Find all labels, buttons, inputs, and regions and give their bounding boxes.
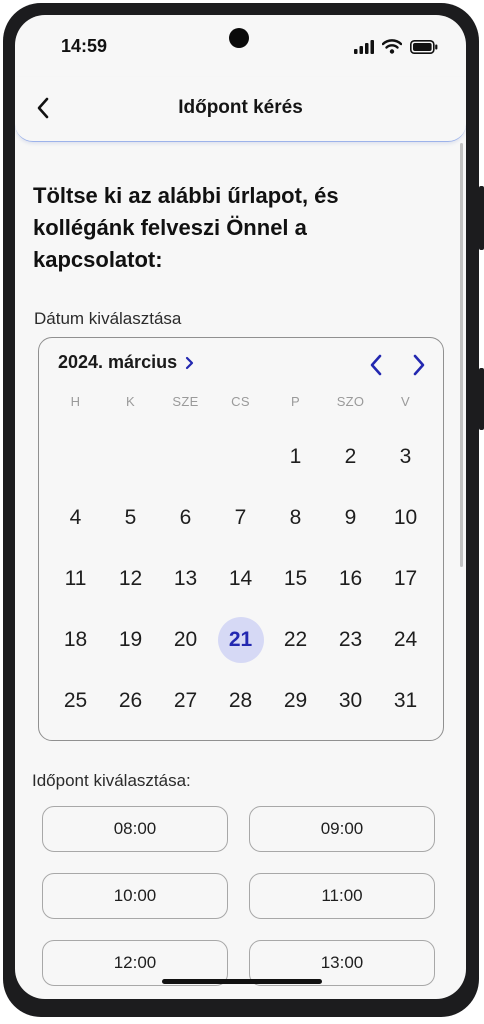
weekday-label: H: [70, 394, 81, 409]
calendar-day-number: 2: [344, 445, 357, 468]
calendar-day[interactable]: 29: [268, 677, 323, 725]
screen: 14:59 Időpont kérés Töltse ki az alábbi …: [15, 15, 466, 999]
calendar-day[interactable]: 2: [323, 433, 378, 481]
calendar-day[interactable]: 19: [103, 616, 158, 664]
calendar-day-number: 20: [173, 628, 198, 651]
calendar-day-number: 19: [118, 628, 143, 651]
calendar-day-number: 1: [289, 445, 302, 468]
status-bar: 14:59: [15, 15, 466, 77]
calendar-day[interactable]: 25: [48, 677, 103, 725]
weekday-label: SZO: [336, 394, 365, 409]
calendar-day-number: 25: [63, 689, 88, 712]
calendar-day[interactable]: 23: [323, 616, 378, 664]
calendar-day[interactable]: 8: [268, 494, 323, 542]
signal-icon: [354, 39, 374, 54]
power-button: [479, 368, 484, 430]
calendar-day-number: 24: [393, 628, 418, 651]
calendar-day-number: 12: [118, 567, 143, 590]
calendar-day[interactable]: 22: [268, 616, 323, 664]
month-selector[interactable]: 2024. március: [58, 352, 194, 373]
status-time: 14:59: [61, 36, 108, 56]
next-month-button[interactable]: [408, 354, 430, 376]
front-camera: [229, 28, 249, 48]
calendar-day[interactable]: 28: [213, 677, 268, 725]
calendar-day-number: 5: [124, 506, 137, 529]
calendar-day[interactable]: 16: [323, 555, 378, 603]
calendar-day[interactable]: 6: [158, 494, 213, 542]
calendar-day[interactable]: 24: [378, 616, 433, 664]
time-slot[interactable]: 11:00: [249, 873, 435, 919]
date-label: Dátum kiválasztása: [34, 309, 182, 328]
home-indicator[interactable]: [162, 979, 322, 984]
time-slot[interactable]: 08:00: [42, 806, 228, 852]
chevron-left-icon: [370, 354, 382, 376]
calendar-day-number: 16: [338, 567, 363, 590]
calendar-day[interactable]: 3: [378, 433, 433, 481]
weekday-label: CS: [231, 394, 250, 409]
prev-month-button[interactable]: [365, 354, 387, 376]
date-picker: 2024. március H K SZE CS P SZO V 1 2 3 4 5 6 7 8 9 10 11…: [38, 337, 444, 741]
calendar-day-number: 23: [338, 628, 363, 651]
calendar-day-number: 4: [69, 506, 82, 529]
calendar-day-number: 21: [217, 617, 264, 663]
status-icons: [354, 39, 438, 54]
calendar-day-number: 30: [338, 689, 363, 712]
weekday-label: K: [126, 394, 135, 409]
form-heading: Töltse ki az alábbi űrlapot, és kollégán…: [33, 183, 339, 272]
calendar-day-number: 28: [228, 689, 253, 712]
calendar-day-selected[interactable]: 21: [213, 616, 268, 664]
calendar-day[interactable]: 13: [158, 555, 213, 603]
calendar-day-number: 13: [173, 567, 198, 590]
calendar-day-number: 31: [393, 689, 418, 712]
calendar-day-number: 3: [399, 445, 412, 468]
chevron-right-icon: [413, 354, 425, 376]
calendar-day[interactable]: 15: [268, 555, 323, 603]
time-label: Időpont kiválasztása:: [32, 771, 191, 790]
page-title: Időpont kérés: [178, 97, 303, 118]
device-frame: 14:59 Időpont kérés Töltse ki az alábbi …: [0, 0, 484, 1024]
calendar-day[interactable]: 26: [103, 677, 158, 725]
calendar-day[interactable]: 11: [48, 555, 103, 603]
month-label: 2024. március: [58, 352, 178, 372]
calendar-day[interactable]: 30: [323, 677, 378, 725]
weekday-label: V: [401, 394, 410, 409]
calendar-day[interactable]: 1: [268, 433, 323, 481]
calendar-day[interactable]: 9: [323, 494, 378, 542]
calendar-day[interactable]: 7: [213, 494, 268, 542]
volume-button: [479, 186, 484, 250]
calendar-day-number: 8: [289, 506, 302, 529]
calendar-day-number: 14: [228, 567, 253, 590]
battery-icon: [410, 39, 438, 54]
wifi-icon: [382, 39, 402, 54]
time-slot[interactable]: 09:00: [249, 806, 435, 852]
calendar-day[interactable]: 14: [213, 555, 268, 603]
weekday-label: SZE: [172, 394, 199, 409]
calendar-day-number: 11: [64, 567, 87, 590]
weekday-label: P: [291, 394, 300, 409]
calendar-day-number: 9: [344, 506, 357, 529]
calendar-day-number: 27: [173, 689, 198, 712]
calendar-day[interactable]: 20: [158, 616, 213, 664]
calendar-day[interactable]: 18: [48, 616, 103, 664]
calendar-day[interactable]: 27: [158, 677, 213, 725]
calendar-day-number: 26: [118, 689, 143, 712]
calendar-day[interactable]: 5: [103, 494, 158, 542]
calendar-day[interactable]: 4: [48, 494, 103, 542]
scrollbar[interactable]: [460, 143, 463, 567]
calendar-day[interactable]: 10: [378, 494, 433, 542]
time-slot[interactable]: 10:00: [42, 873, 228, 919]
calendar-day-number: 15: [283, 567, 308, 590]
calendar-day[interactable]: 31: [378, 677, 433, 725]
calendar-day-number: 18: [63, 628, 88, 651]
calendar-day[interactable]: 17: [378, 555, 433, 603]
calendar-day-number: 10: [393, 506, 418, 529]
chevron-right-small-icon: [185, 356, 194, 369]
calendar-day-number: 6: [179, 506, 192, 529]
calendar-day-number: 17: [393, 567, 418, 590]
calendar-day-number: 7: [234, 506, 247, 529]
calendar-day[interactable]: 12: [103, 555, 158, 603]
calendar-day-number: 29: [283, 689, 308, 712]
app-header: Időpont kérés: [15, 77, 466, 142]
calendar-day-number: 22: [283, 628, 308, 651]
